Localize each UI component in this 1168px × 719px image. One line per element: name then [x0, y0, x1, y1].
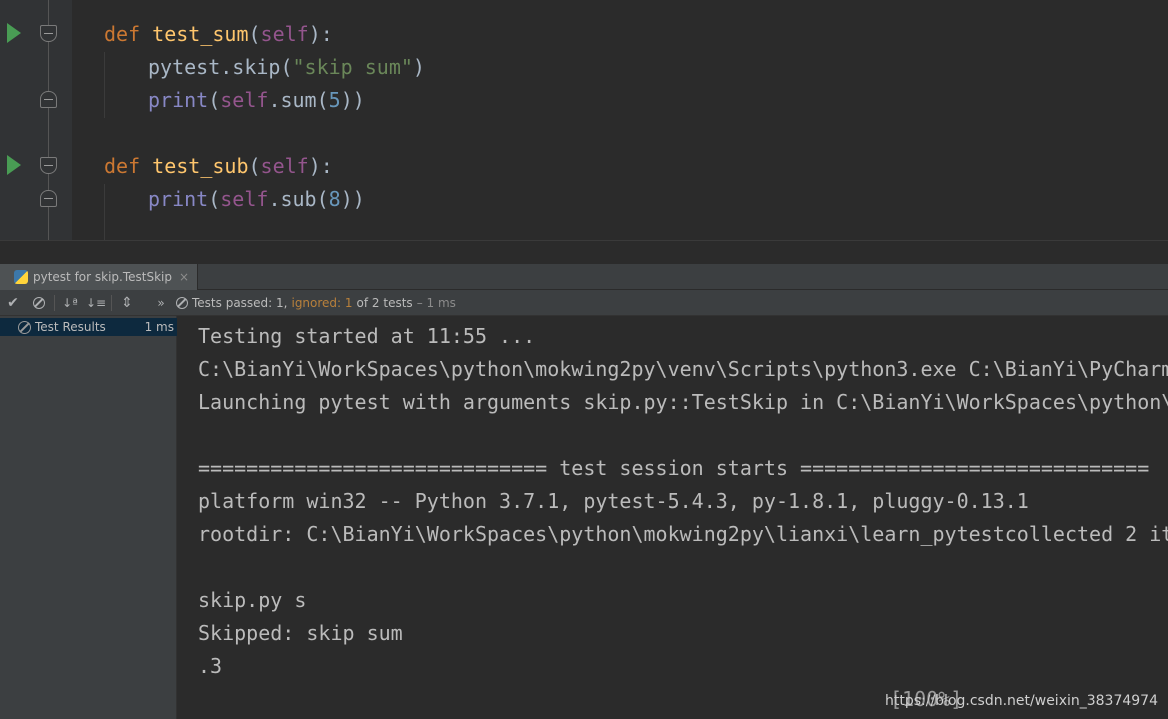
run-tab-label: pytest for skip.TestSkip — [33, 270, 173, 284]
fold-end-test-sum-icon[interactable] — [40, 91, 57, 108]
toolbar-divider — [54, 294, 55, 311]
tree-item-time: 1 ms — [144, 320, 174, 334]
show-ignored-icon[interactable] — [26, 290, 52, 316]
console-line: Skipped: skip sum — [198, 621, 403, 645]
string-literal: "skip sum" — [292, 55, 413, 79]
run-test-sub-icon[interactable] — [7, 155, 21, 175]
close-icon[interactable]: × — [179, 270, 189, 284]
method-call: .sum( — [268, 88, 329, 112]
status-ignored: ignored: 1 — [291, 295, 353, 310]
builtin-print: print — [148, 187, 209, 211]
more-actions-icon[interactable]: » — [148, 290, 174, 316]
console-line: platform win32 -- Python 3.7.1, pytest-5… — [198, 489, 1029, 513]
console-line: .3 — [198, 654, 223, 678]
punctuation: ( — [248, 22, 261, 46]
tree-item-label: Test Results — [35, 320, 106, 334]
punctuation: ( — [248, 154, 261, 178]
ignored-icon — [18, 320, 31, 334]
punctuation: )) — [340, 187, 365, 211]
sort-by-duration-icon[interactable]: ↓≡ — [83, 290, 109, 316]
show-passed-check-icon[interactable]: ✔ — [0, 290, 26, 316]
indent-guide — [104, 52, 105, 118]
toolbar-divider — [111, 294, 112, 311]
punctuation: ( — [208, 88, 221, 112]
console-line: rootdir: C:\BianYi\WorkSpaces\python\mok… — [198, 522, 1168, 546]
punctuation: ) — [412, 55, 425, 79]
function-name: test_sum — [152, 22, 249, 46]
python-icon — [14, 270, 28, 284]
test-results-tree: Test Results 1 ms — [0, 316, 177, 719]
editor-gutter — [0, 0, 72, 240]
run-tab[interactable]: pytest for skip.TestSkip × — [0, 264, 199, 290]
console-line: C:\BianYi\WorkSpaces\python\mokwing2py\v… — [198, 357, 1168, 381]
run-tab-bar: pytest for skip.TestSkip × — [0, 264, 1168, 290]
code-line-pytest-skip[interactable]: pytest.skip("skip sum") — [148, 51, 425, 84]
code-line-print-sum[interactable]: print(self.sum(5)) — [148, 84, 365, 117]
console-line: Testing started at 11:55 ... — [198, 324, 536, 348]
console-output[interactable]: Testing started at 11:55 ... C:\BianYi\W… — [178, 316, 1168, 719]
status-of-total: of 2 tests — [356, 295, 413, 310]
keyword: def — [104, 22, 153, 46]
watermark: https://blog.csdn.net/weixin_38374974 — [884, 693, 1158, 709]
number-literal: 5 — [328, 88, 341, 112]
sort-alphabetically-icon[interactable]: ↓ª — [57, 290, 83, 316]
fold-end-test-sub-icon[interactable] — [40, 190, 57, 207]
function-name: test_sub — [152, 154, 249, 178]
self-param: self — [260, 22, 309, 46]
fold-start-test-sum-icon[interactable] — [40, 25, 57, 42]
self-ref: self — [220, 187, 269, 211]
method-call: .sub( — [268, 187, 329, 211]
call: pytest.skip( — [148, 55, 293, 79]
console-line: Launching pytest with arguments skip.py:… — [198, 390, 1168, 414]
fold-start-test-sub-icon[interactable] — [40, 157, 57, 174]
test-runner-toolbar: ✔ ↓ª ↓≡ ⇕ » Tests passed: 1, ignored: 1 … — [0, 290, 1168, 316]
code-editor[interactable]: def test_sum(self): pytest.skip("skip su… — [0, 0, 1168, 240]
ignored-status-icon — [176, 296, 188, 309]
console-line: skip.py s — [198, 588, 307, 612]
punctuation: ( — [208, 187, 221, 211]
builtin-print: print — [148, 88, 209, 112]
run-test-sum-icon[interactable] — [7, 23, 21, 43]
collapse-all-icon[interactable]: ⇕ — [114, 290, 140, 316]
punctuation: ): — [308, 154, 333, 178]
test-status-summary: Tests passed: 1, ignored: 1 of 2 tests –… — [176, 296, 456, 310]
self-param: self — [260, 154, 309, 178]
status-time: – 1 ms — [416, 295, 456, 310]
code-line-def-test-sub[interactable]: def test_sub(self): — [104, 150, 333, 183]
indent-guide — [104, 184, 105, 240]
code-line-def-test-sum[interactable]: def test_sum(self): — [104, 18, 333, 51]
tree-item-test-results[interactable]: Test Results 1 ms — [0, 318, 177, 336]
status-passed: Tests passed: 1, — [192, 295, 288, 310]
number-literal: 8 — [328, 187, 341, 211]
code-line-print-sub[interactable]: print(self.sub(8)) — [148, 183, 365, 216]
console-line: ============================= test sessi… — [198, 456, 1150, 480]
punctuation: )) — [340, 88, 365, 112]
self-ref: self — [220, 88, 269, 112]
keyword: def — [104, 154, 153, 178]
punctuation: ): — [308, 22, 333, 46]
editor-bottom-border — [0, 240, 1168, 264]
